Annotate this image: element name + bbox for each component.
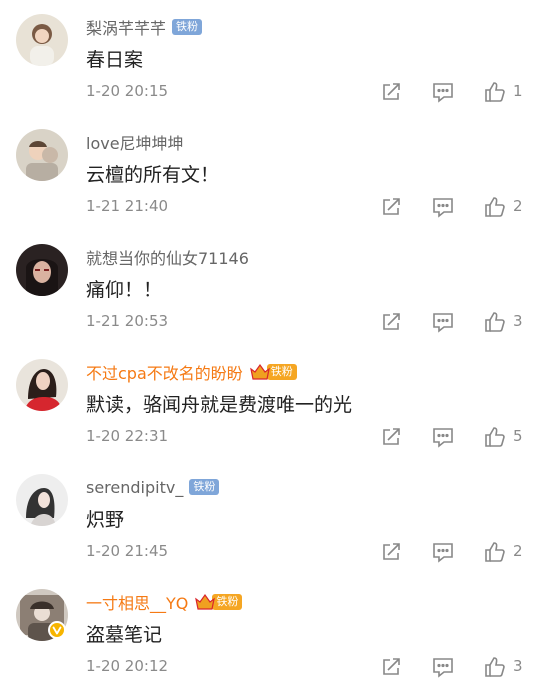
comment-icon [431,655,457,679]
fan-label: 铁粉 [189,479,220,495]
thumbs-up-icon [483,655,509,679]
username-row: love尼坤坤坤 [86,131,184,153]
comment-item: serendipitv_ 铁粉 炽野 1-20 21:45 2 [0,460,540,575]
crown-icon [194,593,216,611]
reply-button[interactable] [431,540,457,564]
fan-label: 铁粉 [266,364,297,380]
reply-button[interactable] [431,310,457,334]
username[interactable]: serendipitv_ [86,478,183,497]
comment-icon [431,540,457,564]
share-button[interactable] [379,80,405,104]
share-button[interactable] [379,425,405,449]
thumbs-up-icon [483,425,509,449]
like-button[interactable] [483,655,509,679]
username-row: 就想当你的仙女71146 [86,246,249,268]
username-row: 一寸相思__YQ 铁粉 [86,590,243,614]
fan-label: 铁粉 [172,19,203,35]
timestamp: 1-20 22:31 [86,427,169,445]
like-button[interactable] [483,425,509,449]
like-count: 2 [513,197,523,215]
comment-item: 梨涡芊芊芊 铁粉 春日案 1-20 20:15 1 [0,0,540,115]
comment-icon [431,80,457,104]
share-icon [379,540,405,564]
username[interactable]: 一寸相思__YQ [86,590,188,614]
like-button[interactable] [483,540,509,564]
comment-item: 就想当你的仙女71146 痛仰！！ 1-21 20:53 3 [0,230,540,345]
fan-badge: 铁粉 [189,478,220,496]
share-button[interactable] [379,655,405,679]
comment-text: 春日案 [86,49,144,71]
fan-label: 铁粉 [212,594,243,610]
username-row: serendipitv_ 铁粉 [86,476,220,498]
username[interactable]: love尼坤坤坤 [86,130,184,154]
timestamp: 1-20 21:45 [86,542,169,560]
share-button[interactable] [379,195,405,219]
crown-icon [249,363,270,381]
thumbs-up-icon [483,540,509,564]
reply-button[interactable] [431,655,457,679]
share-icon [379,425,405,449]
reply-button[interactable] [431,195,457,219]
comment-item: 一寸相思__YQ 铁粉 盗墓笔记 1-20 20:12 3 [0,575,540,690]
fan-badge: 铁粉 [194,593,243,611]
reply-button[interactable] [431,425,457,449]
comment-item: love尼坤坤坤 云檀的所有文！ 1-21 21:40 2 [0,115,540,230]
timestamp: 1-20 20:12 [86,657,169,675]
username-row: 梨涡芊芊芊 铁粉 [86,15,203,39]
comment-text: 痛仰！！ [86,279,163,301]
avatar[interactable] [16,359,68,411]
reply-button[interactable] [431,80,457,104]
thumbs-up-icon [483,310,509,334]
username[interactable]: 就想当你的仙女71146 [86,245,249,269]
username-row: 不过cpa不改名的盼盼 铁粉 [86,361,297,383]
verified-badge [48,621,66,639]
comment-text: 默读，骆闻舟就是费渡唯一的光 [86,394,353,416]
comment-text: 云檀的所有文！ [86,164,220,186]
like-count: 5 [513,427,523,445]
avatar[interactable] [16,474,68,526]
verified-v-icon [50,623,64,637]
like-button[interactable] [483,80,509,104]
username[interactable]: 梨涡芊芊芊 [86,15,166,39]
share-button[interactable] [379,310,405,334]
like-count: 1 [513,82,523,100]
share-icon [379,310,405,334]
comment-item: 不过cpa不改名的盼盼 铁粉 默读，骆闻舟就是费渡唯一的光 1-20 22:31… [0,345,540,460]
avatar[interactable] [16,244,68,296]
like-count: 3 [513,312,523,330]
comment-text: 炽野 [86,509,125,531]
thumbs-up-icon [483,80,509,104]
comment-icon [431,425,457,449]
thumbs-up-icon [483,195,509,219]
fan-badge: 铁粉 [172,18,203,36]
comment-icon [431,195,457,219]
timestamp: 1-20 20:15 [86,82,169,100]
timestamp: 1-21 21:40 [86,197,169,215]
fan-badge: 铁粉 [249,363,297,381]
like-button[interactable] [483,195,509,219]
username[interactable]: 不过cpa不改名的盼盼 [86,360,243,384]
share-button[interactable] [379,540,405,564]
share-icon [379,80,405,104]
avatar[interactable] [16,129,68,181]
comment-text: 盗墓笔记 [86,624,163,646]
share-icon [379,195,405,219]
like-button[interactable] [483,310,509,334]
like-count: 3 [513,657,523,675]
share-icon [379,655,405,679]
comment-icon [431,310,457,334]
avatar[interactable] [16,14,68,66]
timestamp: 1-21 20:53 [86,312,169,330]
like-count: 2 [513,542,523,560]
